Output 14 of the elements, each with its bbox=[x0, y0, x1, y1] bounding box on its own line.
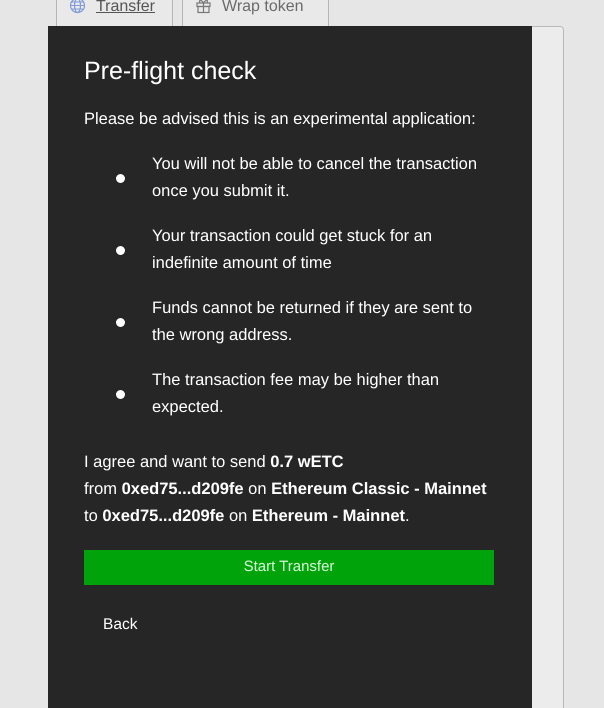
dialog-title: Pre-flight check bbox=[84, 56, 258, 86]
bullet-icon bbox=[116, 246, 125, 254]
gift-icon bbox=[195, 0, 212, 14]
warning-text: Funds cannot be returned if they are sent to the wrong address. bbox=[152, 298, 474, 346]
bullet-icon bbox=[116, 174, 125, 182]
back-button[interactable]: Back bbox=[103, 609, 138, 640]
bullet-icon bbox=[116, 390, 125, 398]
warning-text: The transaction fee may be higher than expected. bbox=[152, 370, 440, 418]
bullet-icon bbox=[116, 318, 125, 326]
intro-text: Please be advised this is an experimental application: bbox=[84, 109, 477, 130]
warning-text: Your transaction could get stuck for an indefinite amount of time bbox=[152, 226, 434, 274]
agreement-text: I agree and want to send 0.7 wETC from 0xed75...d209fe on Ethereum Classic - Mainnet to 0xed75...d209fe on Ethereum - Mainnet. bbox=[84, 452, 488, 527]
globe-icon bbox=[69, 0, 86, 14]
warning-text: You will not be able to cancel the transaction once you submit it. bbox=[152, 154, 478, 202]
